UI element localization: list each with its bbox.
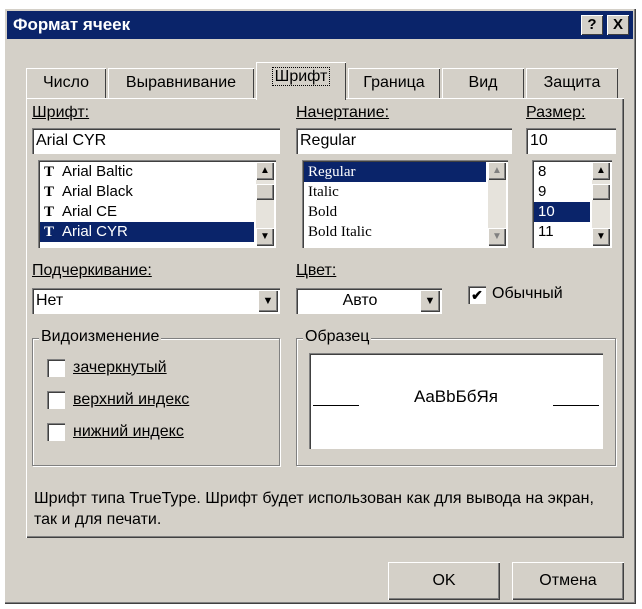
arrow-up-icon[interactable]: ▲ bbox=[256, 162, 274, 180]
underline-value: Нет bbox=[36, 292, 64, 309]
font-item-label: Arial CE bbox=[62, 203, 118, 220]
underline-label: Подчеркивание: bbox=[32, 262, 152, 279]
size-list-item-selected[interactable]: 10 bbox=[534, 202, 590, 222]
sample-group: Образец AaBbБбЯя bbox=[296, 328, 616, 466]
font-list-item[interactable]: T Arial CE bbox=[40, 202, 274, 222]
effects-title: Видоизменение bbox=[39, 328, 162, 346]
tab-alignment[interactable]: Выравнивание bbox=[108, 68, 254, 98]
style-list-item[interactable]: Bold Italic bbox=[304, 222, 506, 242]
font-item-label: Arial CYR bbox=[62, 223, 128, 240]
truetype-icon: T bbox=[44, 224, 55, 240]
font-list-item-selected[interactable]: T Arial CYR bbox=[40, 222, 254, 242]
font-size-list[interactable]: 8 9 10 11 ▲ ▼ bbox=[532, 160, 612, 248]
arrow-down-icon[interactable]: ▼ bbox=[592, 228, 610, 246]
font-tab-panel: Шрифт: Arial CYR T Arial Baltic T Arial Bl… bbox=[26, 98, 624, 538]
chevron-down-icon[interactable]: ▼ bbox=[258, 290, 278, 312]
subscript-checkbox[interactable] bbox=[47, 423, 65, 441]
arrow-down-icon[interactable]: ▼ bbox=[488, 228, 506, 246]
font-list-scrollbar[interactable]: ▲ ▼ bbox=[256, 162, 274, 246]
arrow-up-icon[interactable]: ▲ bbox=[592, 162, 610, 180]
size-list-scrollbar[interactable]: ▲ ▼ bbox=[592, 162, 610, 246]
font-list-item[interactable]: T Arial Baltic bbox=[40, 162, 274, 182]
superscript-checkbox[interactable] bbox=[47, 391, 65, 409]
sample-title: Образец bbox=[303, 328, 372, 346]
help-button[interactable]: ? bbox=[581, 15, 603, 35]
color-select[interactable]: Авто ▼ bbox=[296, 288, 442, 314]
chevron-down-icon[interactable]: ▼ bbox=[420, 290, 440, 312]
style-list-item[interactable]: Bold bbox=[304, 202, 506, 222]
color-value: Авто bbox=[342, 292, 378, 309]
font-size-input[interactable]: 10 bbox=[526, 128, 616, 154]
superscript-label: верхний индекс bbox=[73, 391, 190, 408]
scroll-thumb[interactable] bbox=[256, 184, 274, 200]
style-label: Начертание: bbox=[296, 104, 390, 121]
cancel-button[interactable]: Отмена bbox=[512, 562, 624, 600]
sample-text: AaBbБбЯя bbox=[414, 387, 498, 406]
subscript-label: нижний индекс bbox=[73, 423, 184, 440]
font-label: Шрифт: bbox=[32, 104, 90, 121]
underline-select[interactable]: Нет ▼ bbox=[32, 288, 280, 314]
normal-font-label: Обычный bbox=[492, 285, 563, 302]
font-list-item[interactable]: T Arial Black bbox=[40, 182, 274, 202]
font-list[interactable]: T Arial Baltic T Arial Black T Arial CE T Ar… bbox=[38, 160, 276, 248]
tab-font[interactable]: Шрифт bbox=[256, 62, 346, 100]
color-label: Цвет: bbox=[296, 262, 337, 279]
tab-font-label: Шрифт bbox=[271, 67, 331, 86]
dialog-title: Формат ячеек bbox=[13, 15, 131, 34]
strikethrough-label: зачеркнутый bbox=[73, 359, 167, 376]
style-list-scrollbar[interactable]: ▲ ▼ bbox=[488, 162, 506, 246]
info-text: Шрифт типа TrueType. Шрифт будет использ… bbox=[34, 490, 594, 528]
close-button[interactable]: X bbox=[607, 15, 629, 35]
style-list-item-selected[interactable]: Regular bbox=[304, 162, 486, 182]
font-item-label: Arial Baltic bbox=[62, 163, 133, 180]
style-list-item[interactable]: Italic bbox=[304, 182, 506, 202]
size-label: Размер: bbox=[526, 104, 586, 121]
tab-protection[interactable]: Защита bbox=[526, 68, 618, 98]
effects-group: Видоизменение зачеркнутый верхний индекс… bbox=[32, 328, 280, 466]
strikethrough-checkbox[interactable] bbox=[47, 359, 65, 377]
sample-preview: AaBbБбЯя bbox=[309, 353, 603, 449]
scroll-thumb[interactable] bbox=[592, 184, 610, 200]
truetype-icon: T bbox=[44, 184, 55, 200]
format-cells-dialog: Формат ячеек ? X Число Выравнивание Шриф… bbox=[4, 8, 636, 604]
font-item-label: Arial Black bbox=[62, 183, 133, 200]
truetype-icon: T bbox=[44, 204, 55, 220]
arrow-down-icon[interactable]: ▼ bbox=[256, 228, 274, 246]
tab-border[interactable]: Граница bbox=[348, 68, 440, 98]
ok-button[interactable]: OK bbox=[388, 562, 500, 600]
arrow-up-icon[interactable]: ▲ bbox=[488, 162, 506, 180]
truetype-icon: T bbox=[44, 164, 55, 180]
font-style-input[interactable]: Regular bbox=[296, 128, 512, 154]
normal-font-checkbox[interactable]: ✔ bbox=[468, 286, 486, 304]
font-name-input[interactable]: Arial CYR bbox=[32, 128, 280, 154]
tab-number[interactable]: Число bbox=[26, 68, 106, 98]
tab-patterns[interactable]: Вид bbox=[442, 68, 524, 98]
title-bar: Формат ячеек ? X bbox=[7, 11, 633, 39]
font-style-list[interactable]: Regular Italic Bold Bold Italic ▲ ▼ bbox=[302, 160, 508, 248]
